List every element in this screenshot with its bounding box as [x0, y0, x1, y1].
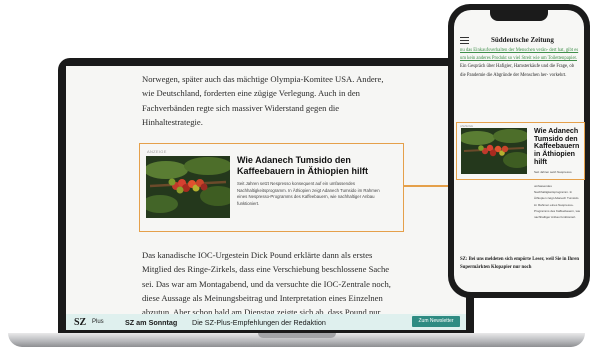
phone-coffee-cherries-image[interactable]: [461, 128, 527, 174]
teaser-description: Seit Jahren setzt Nespresso konsequent a…: [237, 181, 380, 206]
phone-notch: [490, 10, 548, 21]
article-paragraph-top: Norwegen, später auch das mächtige Olymp…: [142, 74, 384, 127]
promo-title: SZ am Sonntag: [125, 318, 178, 327]
laptop-notch: [258, 333, 336, 338]
hamburger-menu-icon[interactable]: [460, 37, 469, 45]
newsletter-button[interactable]: Zum Newsletter: [412, 316, 460, 327]
teaser-title[interactable]: Wie Adanech Tumsido den Kaffeebauern in …: [237, 155, 387, 176]
phone-brand-title[interactable]: Süddeutsche Zeitung: [491, 36, 554, 44]
sz-logo: SZ: [74, 317, 87, 328]
phone-teaser-continued-text: umfassendes Nachhaltigkeitsprogramm. In …: [534, 184, 581, 220]
promo-text: Die SZ-Plus-Empfehlungen der Redaktion: [192, 318, 326, 327]
teaser-kicker: ANZEIGE: [147, 149, 167, 154]
phone-teaser-description: Seit Jahren setzt Nespresso: [534, 170, 572, 174]
sz-plus-label: Plus: [92, 319, 104, 325]
phone-interview-question: SZ: Bei uns meldeten sich empörte Leser,…: [460, 257, 579, 270]
phone-article-link[interactable]: nu das Einkaufsverhalten der Menschen ve…: [460, 48, 578, 61]
article-paragraph-bottom: Das kanadische IOC-Urgestein Dick Pound …: [142, 250, 391, 318]
phone-article-paragraph: nu das Einkaufsverhalten der Menschen ve…: [460, 47, 580, 80]
coffee-cherries-image[interactable]: [146, 156, 230, 218]
phone-article-text: Ein Gespräch über Hafigier, Hamsterkäufe…: [460, 64, 575, 78]
phone-teaser-title[interactable]: Wie Adanech Tumsido den Kaffeebauern in …: [534, 127, 582, 167]
